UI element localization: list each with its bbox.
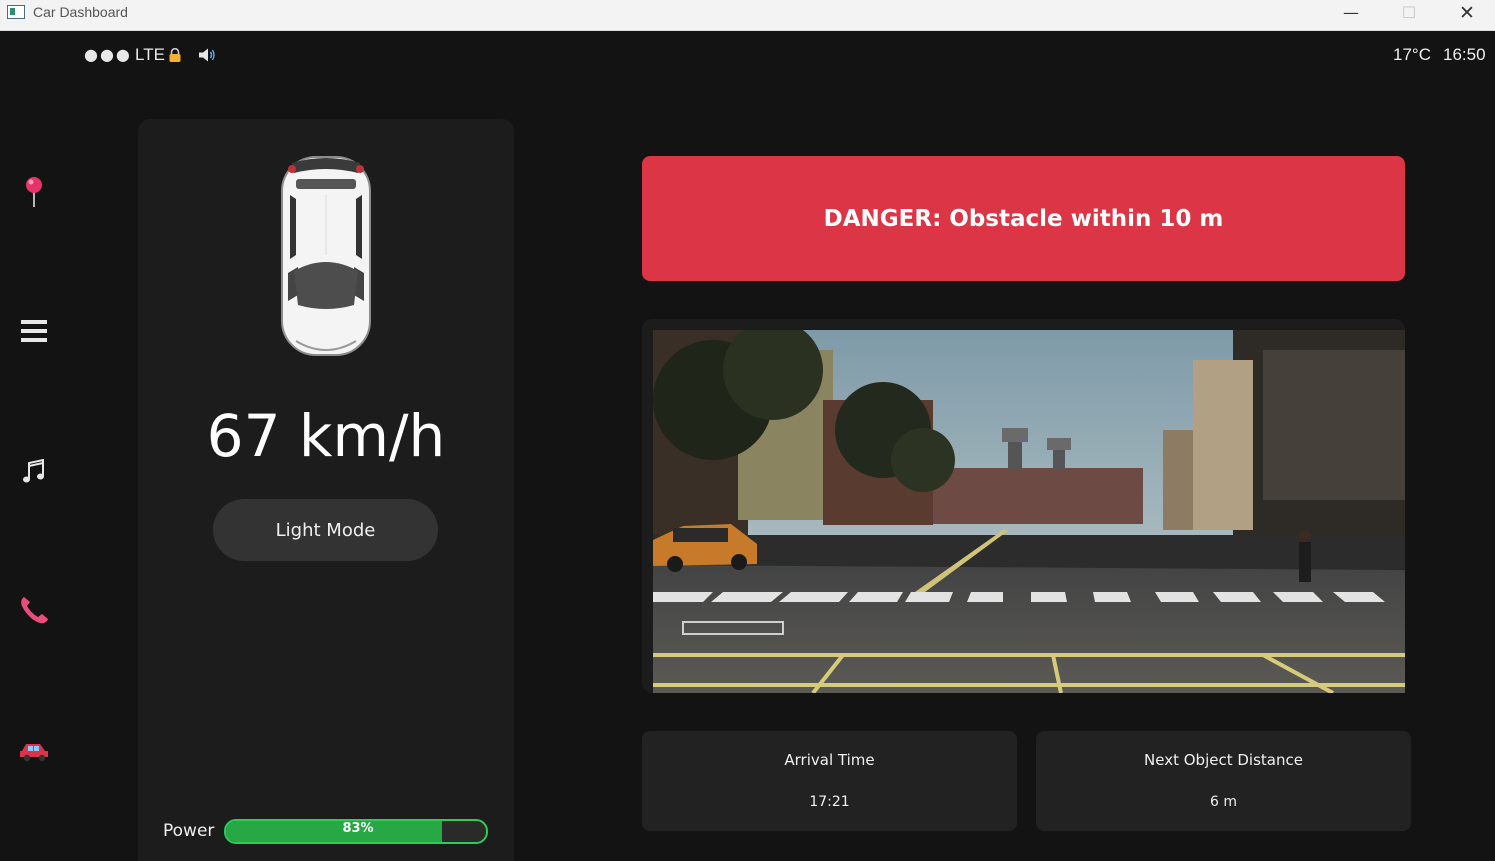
vehicle-panel: 67 km/h Light Mode Power 83% bbox=[138, 119, 514, 861]
nav-map-button[interactable] bbox=[14, 172, 54, 212]
arrival-time-value: 17:21 bbox=[809, 794, 850, 810]
map-pin-icon bbox=[26, 177, 42, 207]
danger-alert-banner: DANGER: Obstacle within 10 m bbox=[642, 156, 1405, 281]
volume-icon bbox=[199, 48, 215, 62]
clock: 16:50 bbox=[1443, 45, 1486, 64]
status-bar: ●●● LTE 17°C 16:50 bbox=[0, 31, 1495, 83]
signal-icon: ●●● bbox=[84, 45, 132, 64]
nav-menu-button[interactable] bbox=[14, 311, 54, 351]
light-mode-button[interactable]: Light Mode bbox=[213, 499, 438, 561]
power-progress-bar: 83% bbox=[224, 819, 488, 844]
nav-vehicle-button[interactable] bbox=[14, 731, 54, 771]
power-percent-text: 83% bbox=[342, 821, 374, 836]
speed-readout: 67 km/h bbox=[206, 402, 446, 470]
object-distance-title: Next Object Distance bbox=[1144, 751, 1303, 769]
arrival-time-title: Arrival Time bbox=[784, 751, 875, 769]
nav-phone-button[interactable] bbox=[14, 590, 54, 630]
arrival-time-card: Arrival Time 17:21 bbox=[642, 731, 1017, 831]
music-note-icon bbox=[23, 459, 44, 483]
close-button[interactable]: ✕ bbox=[1438, 0, 1495, 31]
car-top-view-icon bbox=[281, 156, 371, 356]
nav-music-button[interactable] bbox=[14, 452, 54, 492]
camera-panel bbox=[642, 319, 1405, 693]
power-label: Power bbox=[163, 821, 215, 841]
temperature: 17°C bbox=[1393, 45, 1431, 64]
maximize-button[interactable]: ☐ bbox=[1380, 0, 1438, 31]
object-distance-value: 6 m bbox=[1210, 794, 1237, 810]
lock-icon bbox=[169, 48, 181, 62]
phone-icon bbox=[21, 597, 48, 624]
camera-feed-image bbox=[653, 330, 1405, 693]
window-titlebar: Car Dashboard — ☐ ✕ bbox=[0, 0, 1495, 31]
network-type: LTE bbox=[135, 45, 165, 64]
object-distance-card: Next Object Distance 6 m bbox=[1036, 731, 1411, 831]
menu-icon bbox=[21, 320, 47, 342]
minimize-button[interactable]: — bbox=[1322, 0, 1380, 31]
app-icon bbox=[7, 5, 25, 19]
window-title: Car Dashboard bbox=[33, 4, 128, 20]
car-icon bbox=[20, 744, 48, 762]
